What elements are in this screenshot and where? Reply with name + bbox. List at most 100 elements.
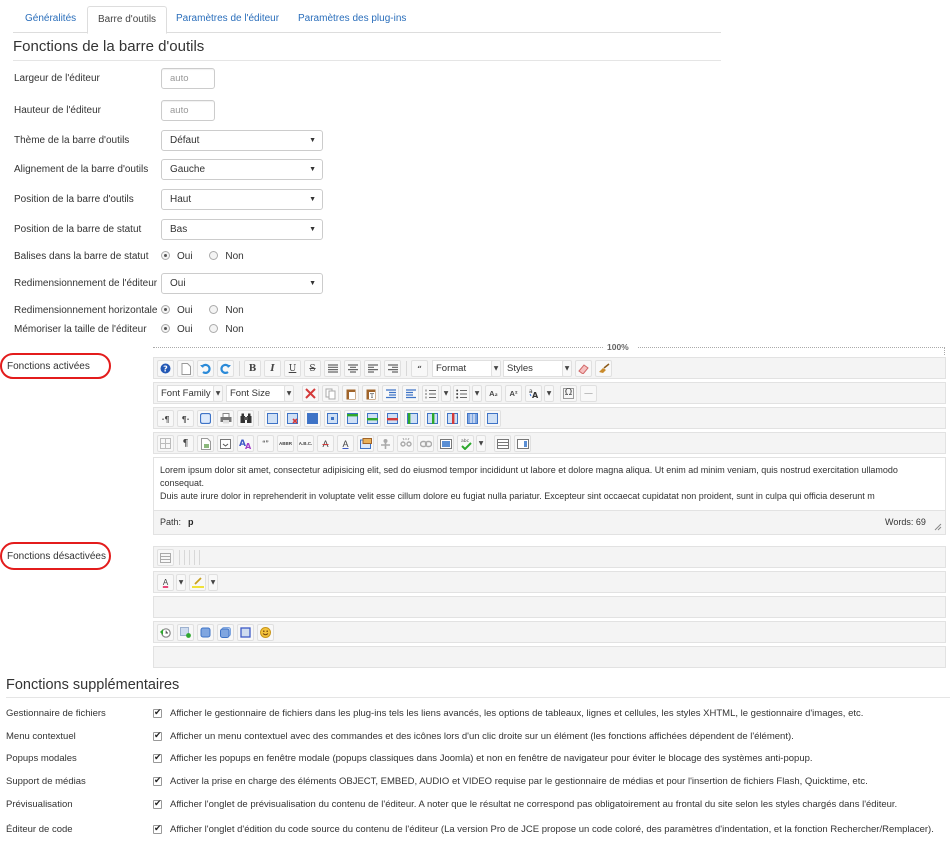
spellcheck-button[interactable]: abc <box>457 435 474 452</box>
styles-dropdown-button[interactable]: ▼ <box>562 360 572 377</box>
tab-generalites[interactable]: Généralités <box>15 6 86 33</box>
feature-checkbox[interactable] <box>153 752 162 763</box>
align-right-button[interactable] <box>384 360 401 377</box>
search-replace-button[interactable] <box>237 410 254 427</box>
layer-forward-button[interactable] <box>217 624 234 641</box>
resize-select[interactable]: Oui ▼ <box>161 273 323 294</box>
path-tag-p[interactable]: p <box>188 517 194 527</box>
outdent-button[interactable] <box>402 385 419 402</box>
anchor-button[interactable] <box>377 435 394 452</box>
bullet-list-dropdown[interactable]: ▼ <box>472 385 482 402</box>
delete-col-button[interactable] <box>444 410 461 427</box>
justify-full-button[interactable] <box>324 360 341 377</box>
radio-checked-icon[interactable] <box>161 305 170 314</box>
absolute-position-button[interactable] <box>237 624 254 641</box>
align-center-button[interactable] <box>344 360 361 377</box>
radio-unchecked-icon[interactable] <box>209 305 219 314</box>
table-button[interactable] <box>264 410 281 427</box>
help-button[interactable]: ? <box>157 360 174 377</box>
acronym-button[interactable]: A.B.C. <box>297 435 314 452</box>
radio-unchecked-icon[interactable] <box>209 324 219 333</box>
unlink-button[interactable] <box>397 435 414 452</box>
advanced-image-button[interactable] <box>357 435 374 452</box>
table-rows-button[interactable] <box>157 549 174 566</box>
show-blocks-button[interactable]: ¶ <box>177 435 194 452</box>
strikethrough-button[interactable]: S <box>304 360 321 377</box>
font-size-select[interactable]: Font Size <box>226 385 286 402</box>
xhtml-attributes-button[interactable]: AA <box>237 435 254 452</box>
insert-col-before-button[interactable] <box>404 410 421 427</box>
feature-checkbox[interactable] <box>153 823 162 834</box>
preview-button[interactable] <box>514 435 531 452</box>
text-color-dropdown[interactable]: ▼ <box>176 574 186 591</box>
cite-button[interactable]: “” <box>257 435 274 452</box>
bold-button[interactable]: B <box>244 360 261 377</box>
radio-checked-icon[interactable] <box>161 251 170 260</box>
media-button[interactable] <box>437 435 454 452</box>
template-button[interactable] <box>197 435 214 452</box>
redo-button[interactable] <box>217 360 234 377</box>
theme-select[interactable]: Défaut ▼ <box>161 130 323 151</box>
insert-image-button[interactable] <box>177 624 194 641</box>
layer-button[interactable] <box>197 624 214 641</box>
paste-text-button[interactable]: T <box>362 385 379 402</box>
background-color-dropdown[interactable]: ▼ <box>208 574 218 591</box>
superscript-button[interactable]: A² <box>505 385 522 402</box>
editor-content[interactable]: Lorem ipsum dolor sit amet, consectetur … <box>153 457 946 511</box>
width-input[interactable]: auto <box>161 68 215 89</box>
status-position-select[interactable]: Bas ▼ <box>161 219 323 240</box>
feature-checkbox[interactable] <box>153 798 162 809</box>
remove-format-button[interactable] <box>575 360 592 377</box>
feature-checkbox[interactable] <box>153 775 162 786</box>
ltr-button[interactable]: ·¶ <box>157 410 174 427</box>
status-tags-yes[interactable]: Oui <box>161 251 193 262</box>
status-tags-no[interactable]: Non <box>209 251 244 262</box>
copy-button[interactable] <box>322 385 339 402</box>
emoticons-button[interactable] <box>257 624 274 641</box>
position-select[interactable]: Haut ▼ <box>161 189 323 210</box>
cut-button[interactable] <box>302 385 319 402</box>
merge-cells-button[interactable] <box>484 410 501 427</box>
remember-size-no[interactable]: Non <box>209 324 244 335</box>
styles-select[interactable]: Styles <box>503 360 565 377</box>
visual-aid-button[interactable] <box>157 435 174 452</box>
format-dropdown-button[interactable]: ▼ <box>491 360 501 377</box>
link-button[interactable] <box>417 435 434 452</box>
numbered-list-button[interactable] <box>422 385 439 402</box>
special-chars-button[interactable]: Ω <box>560 385 577 402</box>
radio-unchecked-icon[interactable] <box>209 251 219 260</box>
undo-button[interactable] <box>197 360 214 377</box>
align-select[interactable]: Gauche ▼ <box>161 159 323 180</box>
insert-row-after-button[interactable] <box>364 410 381 427</box>
radio-checked-icon[interactable] <box>161 324 170 333</box>
style-button[interactable] <box>217 435 234 452</box>
italic-button[interactable]: I <box>264 360 281 377</box>
split-cells-button[interactable] <box>464 410 481 427</box>
source-code-button[interactable] <box>494 435 511 452</box>
feature-checkbox[interactable] <box>153 730 162 741</box>
bullet-list-button[interactable] <box>453 385 470 402</box>
delete-table-button[interactable] <box>284 410 301 427</box>
print-button[interactable] <box>217 410 234 427</box>
spellcheck-dropdown[interactable]: ▼ <box>476 435 486 452</box>
align-left-button[interactable] <box>364 360 381 377</box>
font-family-select[interactable]: Font Family <box>157 385 220 402</box>
indent-button[interactable] <box>382 385 399 402</box>
insert-row-before-button[interactable] <box>344 410 361 427</box>
resize-handle-icon[interactable] <box>934 523 942 531</box>
tab-parametres-editeur[interactable]: Paramètres de l'éditeur <box>166 6 289 33</box>
insert-col-after-button[interactable] <box>424 410 441 427</box>
cell-props-button[interactable] <box>324 410 341 427</box>
delete-button[interactable]: A <box>317 435 334 452</box>
text-case-dropdown[interactable]: ▼ <box>544 385 554 402</box>
remember-size-yes[interactable]: Oui <box>161 324 193 335</box>
delete-row-button[interactable] <box>384 410 401 427</box>
format-select[interactable]: Format <box>432 360 498 377</box>
text-color-button[interactable]: A <box>157 574 174 591</box>
tab-parametres-plugins[interactable]: Paramètres des plug-ins <box>288 6 416 33</box>
insert-button[interactable]: A <box>337 435 354 452</box>
font-family-dropdown-button[interactable]: ▼ <box>213 385 223 402</box>
paste-button[interactable] <box>342 385 359 402</box>
resize-h-no[interactable]: Non <box>209 305 244 316</box>
font-size-dropdown-button[interactable]: ▼ <box>284 385 294 402</box>
